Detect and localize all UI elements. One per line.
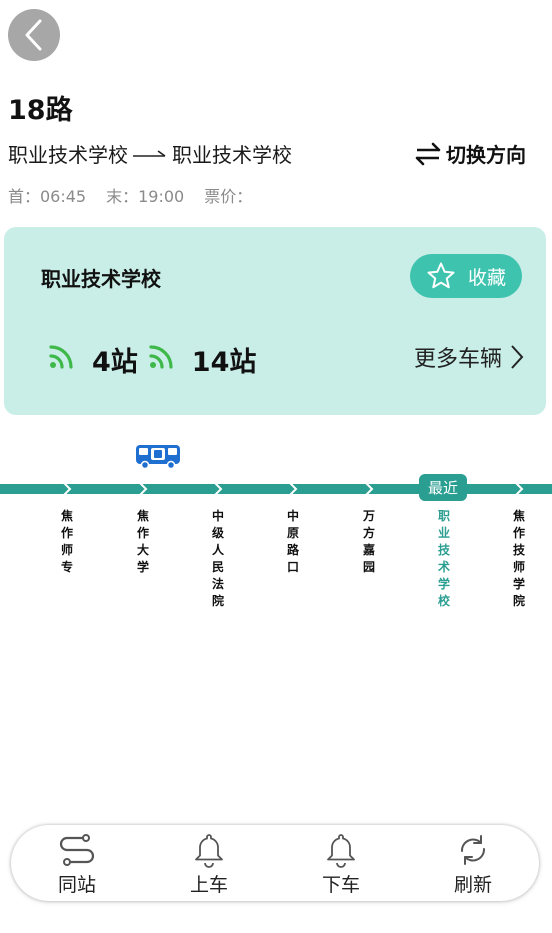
fare-info: 票价： — [204, 187, 253, 206]
station-item[interactable]: 中级人民法院 — [210, 508, 226, 610]
from-station: 职业技术学校 — [8, 143, 128, 167]
route-track — [0, 484, 552, 494]
more-vehicles-button[interactable]: 更多车辆 — [414, 341, 524, 373]
to-station: 职业技术学校 — [172, 143, 292, 167]
first-bus-time: 首：06:45 — [8, 187, 87, 206]
route-title: 18路 — [8, 95, 73, 126]
card-station-name: 职业技术学校 — [41, 267, 161, 291]
back-button[interactable] — [8, 9, 60, 61]
route-icon — [59, 834, 95, 866]
bell-icon — [327, 834, 355, 868]
same-station-button[interactable]: 同站 — [11, 825, 143, 901]
signal-icon — [149, 345, 173, 369]
favorite-label: 收藏 — [467, 266, 506, 289]
chevron-right-icon — [515, 482, 524, 496]
bell-icon — [195, 834, 223, 868]
station-item-current[interactable]: 职业技术学校 — [436, 508, 452, 610]
chevron-right-icon — [289, 482, 298, 496]
bus-arrival-2: 14站 — [148, 339, 257, 379]
incoming-buses: 4站 14站 — [48, 339, 266, 379]
schedule-info: 首：06:45 末：19:00 票价： — [8, 183, 252, 207]
signal-icon — [49, 345, 73, 369]
station-item[interactable]: 万方嘉园 — [361, 508, 377, 576]
bus-icon — [136, 445, 180, 470]
tab-label: 同站 — [57, 874, 96, 896]
star-icon — [427, 262, 455, 289]
station-item[interactable]: 焦作技师学院 — [511, 508, 527, 610]
station-item[interactable]: 焦作大学 — [135, 508, 151, 576]
favorite-button[interactable]: 收藏 — [410, 254, 522, 298]
board-reminder-button[interactable]: 上车 — [143, 825, 275, 901]
bus-stops-away: 14站 — [191, 347, 257, 378]
chevron-right-icon — [139, 482, 148, 496]
more-vehicles-label: 更多车辆 — [413, 347, 502, 372]
refresh-icon — [460, 835, 486, 865]
bus-arrival-1: 4站 — [48, 339, 138, 379]
chevron-right-icon — [511, 345, 524, 369]
bus-stops-away: 4站 — [92, 347, 138, 378]
direction-arrow-icon — [133, 149, 166, 157]
station-item[interactable]: 中原路口 — [285, 508, 301, 576]
last-bus-time: 末：19:00 — [106, 187, 185, 206]
bottom-action-bar: 同站 上车 下车 刷新 — [11, 825, 539, 901]
tab-label: 下车 — [321, 874, 360, 896]
route-direction: 职业技术学校 职业技术学校 — [8, 139, 292, 168]
nearest-station-badge: 最近 — [419, 474, 467, 501]
refresh-button[interactable]: 刷新 — [407, 825, 539, 901]
chevron-right-icon — [214, 482, 223, 496]
chevron-left-icon — [25, 19, 42, 51]
station-item[interactable]: 焦作师专 — [59, 508, 75, 576]
tab-label: 刷新 — [453, 874, 492, 896]
switch-direction-label: 切换方向 — [446, 143, 526, 167]
chevron-right-icon — [365, 482, 374, 496]
alight-reminder-button[interactable]: 下车 — [275, 825, 407, 901]
chevron-right-icon — [63, 482, 72, 496]
switch-direction-button[interactable]: 切换方向 — [414, 139, 526, 168]
swap-icon — [415, 142, 441, 165]
station-card: 职业技术学校 收藏 4站 14站 更多车辆 — [4, 227, 546, 415]
tab-label: 上车 — [189, 874, 228, 896]
